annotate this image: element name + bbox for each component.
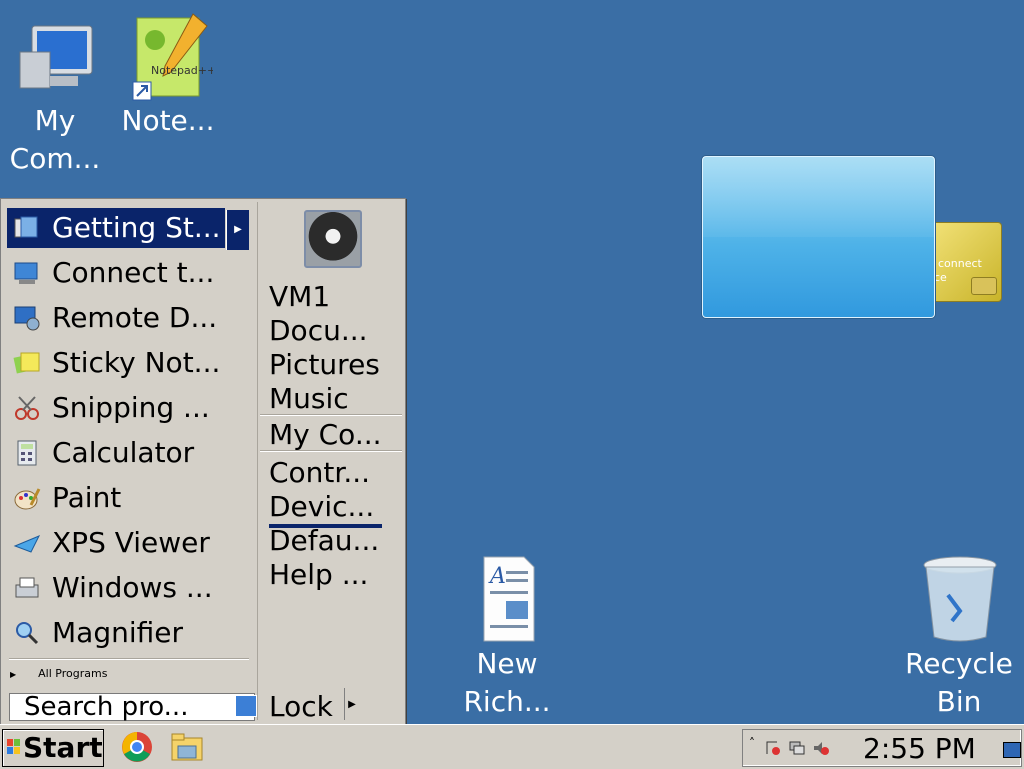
all-programs-button[interactable]: ▶ All Programs <box>10 667 107 680</box>
program-item-getting-started[interactable]: Getting St... <box>7 208 225 248</box>
program-item-magnifier[interactable]: Magnifier <box>7 613 245 653</box>
calculator-icon <box>17 440 37 466</box>
user-avatar[interactable] <box>304 210 362 268</box>
sticky-notes-icon <box>13 352 40 374</box>
start-menu-programs-pane: Getting St... ▶ Connect t... Remote D...… <box>4 202 257 722</box>
svg-text:Notepad++: Notepad++ <box>151 64 213 77</box>
chevron-right-icon[interactable]: ▶ <box>344 688 359 720</box>
lock-label: Lock <box>269 690 333 723</box>
program-item-label: Snipping ... <box>52 391 210 424</box>
all-programs-label: All Programs <box>38 667 108 680</box>
place-documents[interactable]: Docu... <box>269 314 368 348</box>
paint-palette-icon <box>14 488 41 510</box>
desktop-icon-label: Recycle Bin <box>905 647 1013 718</box>
chrome-icon[interactable] <box>120 730 154 764</box>
magnifier-icon <box>16 622 39 645</box>
gadget-card-text: connect <box>938 257 982 270</box>
divider <box>260 414 402 416</box>
desktop-icon-label: My Com... <box>9 104 101 175</box>
divider <box>9 658 249 660</box>
chevron-right-icon[interactable]: ▶ <box>226 210 249 250</box>
chevron-up-icon[interactable]: ˄ <box>749 736 755 750</box>
show-desktop-icon[interactable] <box>1003 742 1021 758</box>
program-item-label: Paint <box>52 481 122 514</box>
desktop-icon-new-rich-text[interactable]: A New Rich... <box>452 555 562 721</box>
place-default-programs[interactable]: Defau... <box>269 524 379 558</box>
action-center-icon[interactable] <box>765 740 781 756</box>
place-help-and-support[interactable]: Help ... <box>269 558 368 592</box>
desktop-icon-label: Note... <box>121 104 215 137</box>
rich-text-document-icon: A <box>483 556 535 642</box>
program-item-label: Remote D... <box>52 301 218 334</box>
place-user-folder[interactable]: VM1 <box>269 280 330 314</box>
start-menu-places-pane: VM1 Docu... Pictures Music My Co... Cont… <box>257 202 404 723</box>
computer-icon <box>19 25 93 89</box>
program-item-label: Sticky Not... <box>52 346 221 379</box>
gadget-card[interactable]: connect ce <box>925 222 1002 302</box>
program-item-label: Calculator <box>52 436 195 469</box>
notepad-plus-plus-icon: Notepad++ <box>132 13 213 101</box>
getting-started-icon <box>14 216 38 238</box>
search-icon[interactable] <box>235 695 257 717</box>
program-item-calculator[interactable]: Calculator <box>7 433 245 473</box>
recycle-bin-icon <box>923 556 997 642</box>
chevron-right-icon: ▶ <box>10 670 17 679</box>
program-item-label: Magnifier <box>52 616 183 649</box>
clock[interactable]: 2:55 PM <box>863 730 976 768</box>
taskbar: Start ˄ 2:55 PM <box>0 724 1024 769</box>
desktop-icon-my-computer[interactable]: My Com... <box>0 12 110 178</box>
place-music[interactable]: Music <box>269 382 349 416</box>
place-control-panel[interactable]: Contr... <box>269 456 370 490</box>
lock-button[interactable]: Lock <box>258 688 344 723</box>
program-item-paint[interactable]: Paint <box>7 478 245 518</box>
network-icon[interactable] <box>789 740 805 756</box>
desktop-icon-notepad-plus-plus[interactable]: Notepad++ Note... <box>113 12 223 140</box>
remote-desktop-icon <box>14 306 40 331</box>
start-button[interactable]: Start <box>2 729 104 767</box>
desktop-gadget-slideshow[interactable] <box>702 156 935 318</box>
scissors-icon <box>15 396 39 420</box>
program-item-label: XPS Viewer <box>52 526 210 559</box>
program-item-windows-fax-scan[interactable]: Windows ... <box>7 568 245 608</box>
start-menu: Getting St... ▶ Connect t... Remote D...… <box>0 198 406 726</box>
program-item-remote-desktop[interactable]: Remote D... <box>7 298 245 338</box>
place-devices-and-printers[interactable]: Devic... <box>269 490 383 528</box>
desktop-icon-label: New Rich... <box>463 647 551 718</box>
program-item-label: Getting St... <box>52 211 221 244</box>
program-item-connect-projector[interactable]: Connect t... <box>7 253 245 293</box>
xps-viewer-icon <box>13 535 41 553</box>
windows-logo-icon <box>7 739 20 754</box>
fax-scan-icon <box>15 577 39 598</box>
place-pictures[interactable]: Pictures <box>269 348 380 382</box>
projector-icon <box>14 262 38 284</box>
place-my-computer[interactable]: My Co... <box>269 418 382 452</box>
program-item-snipping-tool[interactable]: Snipping ... <box>7 388 245 428</box>
program-item-label: Windows ... <box>52 571 213 604</box>
search-placeholder: Search pro... <box>24 692 189 722</box>
volume-muted-icon[interactable] <box>813 740 829 756</box>
system-tray: ˄ 2:55 PM <box>742 729 1022 767</box>
card-chip-icon <box>971 277 997 295</box>
divider <box>260 450 402 452</box>
program-item-label: Connect t... <box>52 256 215 289</box>
program-item-sticky-notes[interactable]: Sticky Not... <box>7 343 245 383</box>
gadget-card-text-2: ce <box>934 271 947 284</box>
start-search-input[interactable]: Search pro... <box>9 692 257 722</box>
svg-text:A: A <box>488 564 506 589</box>
file-explorer-icon[interactable] <box>170 730 204 764</box>
program-item-xps-viewer[interactable]: XPS Viewer <box>7 523 245 563</box>
start-label: Start <box>23 731 103 764</box>
desktop-icon-recycle-bin[interactable]: Recycle Bin <box>904 555 1014 721</box>
